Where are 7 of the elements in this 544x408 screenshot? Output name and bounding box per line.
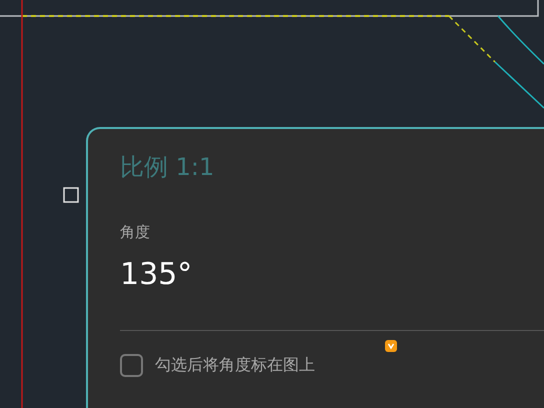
checkbox[interactable] — [120, 354, 143, 376]
chevron-badge-icon — [385, 340, 397, 352]
angle-label: 角度 — [120, 222, 150, 243]
grip-square-icon[interactable] — [63, 187, 79, 203]
angle-value: 135° — [120, 256, 192, 294]
panel-title: 比例 1:1 — [120, 152, 214, 183]
checkbox-label: 勾选后将角度标在图上 — [155, 354, 315, 376]
